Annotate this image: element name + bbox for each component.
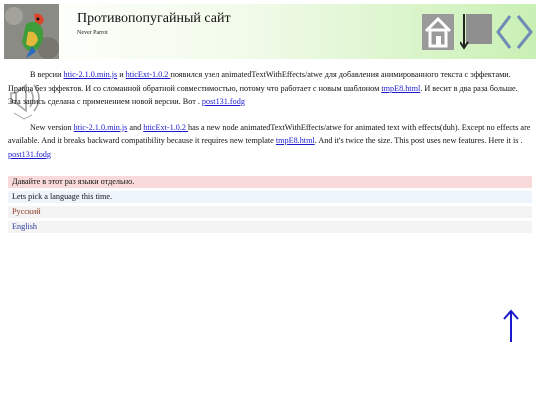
- link-template[interactable]: tmpE8.html: [276, 136, 315, 145]
- link-htic[interactable]: htic-2.1.0.min.js: [74, 123, 128, 132]
- text: New version: [30, 122, 74, 132]
- language-prompt-en: Lets pick a language this time.: [8, 191, 532, 203]
- language-prompt-ru: Давайте в этот раз языки отдельно.: [8, 176, 532, 188]
- parrot-logo[interactable]: [4, 4, 59, 59]
- paragraph-en: New version htic-2.1.0.min.js and hticEx…: [8, 121, 532, 162]
- text: . And it's twice the size. This post use…: [314, 136, 523, 145]
- site-title: Противопопугайный сайт: [77, 11, 231, 26]
- index-down-icon[interactable]: [459, 14, 492, 50]
- site-header: Противопопугайный сайт Never Parrot: [4, 4, 536, 59]
- text: and: [127, 122, 144, 132]
- arrow-up-icon[interactable]: [500, 308, 522, 344]
- chevron-right-icon[interactable]: [514, 14, 536, 50]
- home-icon[interactable]: [422, 14, 454, 50]
- language-option-russian[interactable]: Русский: [8, 206, 532, 218]
- chevron-left-icon[interactable]: [494, 14, 514, 50]
- link-template[interactable]: tmpE8.html: [381, 84, 420, 93]
- language-picker: Давайте в этот раз языки отдельно. Lets …: [8, 176, 532, 236]
- post-content: В версии htic-2.1.0.min.js и hticExt-1.0…: [8, 68, 532, 173]
- site-subtitle: Never Parrot: [77, 30, 108, 36]
- language-option-english[interactable]: English: [8, 221, 532, 233]
- paragraph-ru: В версии htic-2.1.0.min.js и hticExt-1.0…: [8, 68, 532, 109]
- link-hticext[interactable]: hticExt-1.0.2: [143, 123, 188, 132]
- text: В версии: [30, 70, 64, 79]
- link-hticext[interactable]: hticExt-1.0.2: [126, 70, 171, 79]
- link-post[interactable]: post131.fodg: [8, 150, 51, 159]
- link-post[interactable]: post131.fodg: [202, 97, 245, 106]
- link-htic[interactable]: htic-2.1.0.min.js: [64, 70, 118, 79]
- text: и: [117, 70, 126, 79]
